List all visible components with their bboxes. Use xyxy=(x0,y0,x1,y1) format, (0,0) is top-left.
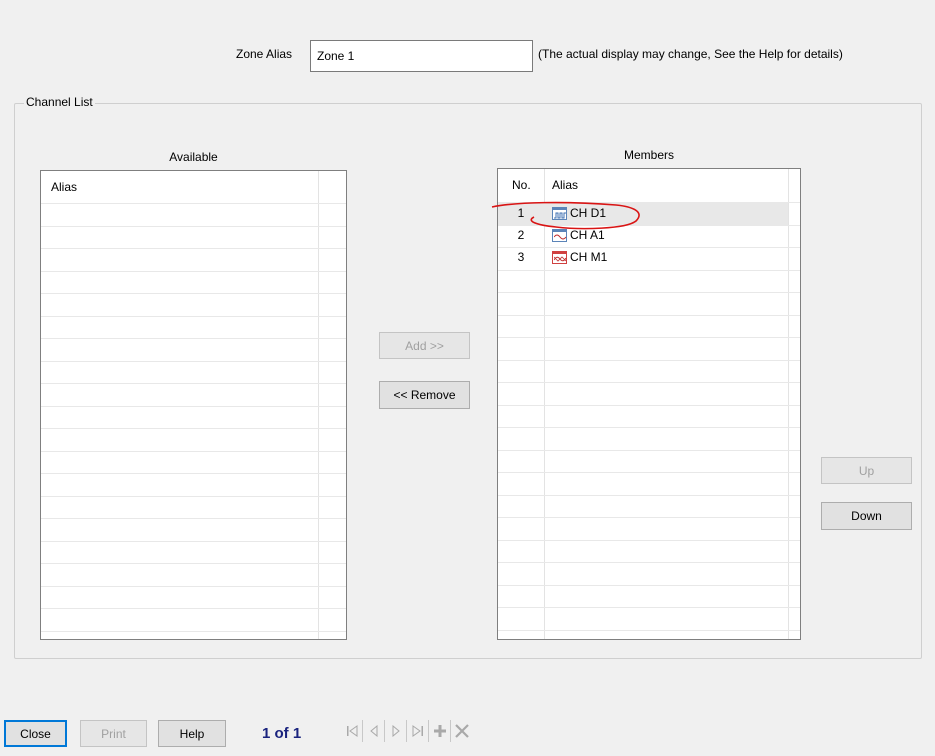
grid-row-line xyxy=(41,495,346,497)
members-list[interactable]: No. Alias 1 CH D1 2 CH A1 3 CH M1 xyxy=(497,168,801,640)
grid-row-line xyxy=(41,608,346,609)
grid-row-line xyxy=(41,315,346,317)
delete-icon[interactable] xyxy=(451,716,472,746)
add-icon[interactable] xyxy=(429,716,450,746)
remove-button[interactable]: << Remove xyxy=(379,381,470,409)
grid-row-line xyxy=(498,539,800,541)
members-no-header[interactable]: No. xyxy=(512,178,531,192)
grid-row-line xyxy=(498,449,800,451)
down-button[interactable]: Down xyxy=(821,502,912,530)
grid-row-line xyxy=(41,360,346,362)
grid-row-line xyxy=(498,427,800,428)
grid-row-line xyxy=(498,562,800,563)
grid-row-line xyxy=(41,225,346,227)
grid-row-line xyxy=(41,518,346,519)
grid-row-line xyxy=(498,269,800,271)
grid-row-line xyxy=(498,472,800,473)
grid-row-line xyxy=(498,337,800,338)
member-no: 3 xyxy=(517,250,525,264)
grid-row-line xyxy=(498,359,800,361)
grid-row-line xyxy=(498,629,800,631)
grid-row-line xyxy=(41,405,346,407)
last-page-icon[interactable] xyxy=(407,716,428,746)
available-title: Available xyxy=(169,150,218,164)
grid-row-line xyxy=(498,292,800,293)
member-alias: CH M1 xyxy=(570,250,608,264)
grid-row-line xyxy=(498,314,800,316)
page-indicator: 1 of 1 xyxy=(262,725,302,742)
annotation-circle xyxy=(491,201,640,230)
grid-row-line xyxy=(41,248,346,249)
grid-row-line xyxy=(41,563,346,564)
members-alias-header[interactable]: Alias xyxy=(552,178,578,192)
grid-row-line xyxy=(498,607,800,608)
print-button[interactable]: Print xyxy=(80,720,147,747)
next-page-icon[interactable] xyxy=(385,716,406,746)
grid-row-line xyxy=(41,428,346,429)
available-alias-header[interactable]: Alias xyxy=(51,180,77,194)
member-row[interactable]: 3 CH M1 xyxy=(498,247,788,269)
grid-row-line xyxy=(498,494,800,496)
zone-alias-note: (The actual display may change, See the … xyxy=(538,47,843,61)
up-button[interactable]: Up xyxy=(821,457,912,484)
math-channel-icon xyxy=(552,250,567,264)
available-list[interactable]: Alias xyxy=(40,170,347,640)
close-button[interactable]: Close xyxy=(4,720,67,747)
help-button[interactable]: Help xyxy=(158,720,226,747)
grid-row-line xyxy=(41,270,346,272)
first-page-icon[interactable] xyxy=(341,716,362,746)
zone-alias-input[interactable] xyxy=(310,40,533,72)
grid-row-line xyxy=(498,404,800,406)
grid-row-line xyxy=(41,338,346,339)
grid-row-line xyxy=(41,450,346,452)
grid-row-line xyxy=(498,584,800,586)
grid-row-line xyxy=(41,203,346,204)
grid-row-line xyxy=(41,540,346,542)
grid-row-line xyxy=(41,473,346,474)
grid-row-line xyxy=(41,383,346,384)
zone-alias-label: Zone Alias xyxy=(236,47,293,61)
grid-row-line xyxy=(41,293,346,294)
channel-list-title: Channel List xyxy=(24,95,95,109)
grid-row-line xyxy=(498,382,800,383)
members-title: Members xyxy=(623,148,674,162)
add-button[interactable]: Add >> xyxy=(379,332,470,359)
grid-row-line xyxy=(41,630,346,632)
page-navigation xyxy=(341,716,472,746)
grid-row-line xyxy=(41,585,346,587)
prev-page-icon[interactable] xyxy=(363,716,384,746)
grid-row-line xyxy=(498,517,800,518)
